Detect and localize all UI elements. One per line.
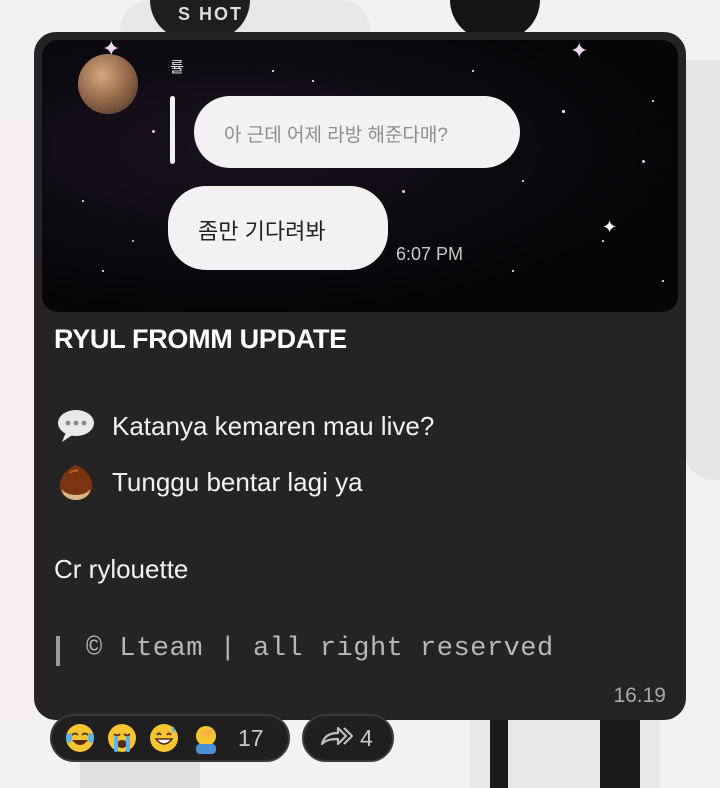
- background-bottom-right: [470, 716, 660, 788]
- credit-text: Cr rylouette: [54, 554, 189, 584]
- post-time: 16.19: [613, 684, 666, 707]
- post-line: Tunggu bentar lagi ya: [54, 464, 363, 500]
- reactions-pill[interactable]: 17: [50, 714, 290, 762]
- forward-count: 4: [360, 724, 373, 751]
- chestnut-icon: [54, 464, 98, 500]
- background-side-right: [684, 60, 720, 480]
- face-with-tears-of-joy-icon[interactable]: [62, 720, 98, 756]
- reply-text: 아 근데 어제 라방 해준다매?: [224, 125, 448, 146]
- reply-bubble: 아 근데 어제 라방 해준다매?: [194, 96, 520, 168]
- reply-bar: [170, 96, 175, 164]
- speech-bubble-icon: [54, 408, 98, 444]
- avatar: [78, 54, 138, 114]
- quote-bar: [56, 636, 60, 666]
- post-line-text: Tunggu bentar lagi ya: [112, 466, 363, 497]
- reaction-count: 17: [238, 724, 264, 751]
- post-photo[interactable]: ✦ ✦ ✦ ✦ 률 아 근데 어제 라방 해준다매? 좀만 기다려봐 6:07 …: [42, 40, 678, 312]
- message-text: 좀만 기다려봐: [198, 219, 326, 244]
- forward-icon: [320, 724, 354, 753]
- sparkle-icon: ✦: [602, 217, 618, 237]
- background-side-left: [0, 120, 36, 720]
- grinning-sweat-face-icon[interactable]: [146, 720, 182, 756]
- copyright-text: © Lteam | all right reserved: [86, 634, 554, 664]
- post-title: RYUL FROMM UPDATE: [54, 324, 347, 354]
- loudly-crying-face-icon[interactable]: [104, 720, 140, 756]
- facepalm-icon[interactable]: [188, 720, 224, 756]
- post-line: Katanya kemaren mau live?: [54, 408, 434, 444]
- sparkle-icon: ✦: [570, 40, 589, 63]
- channel-post-card: ✦ ✦ ✦ ✦ 률 아 근데 어제 라방 해준다매? 좀만 기다려봐 6:07 …: [34, 32, 686, 720]
- message-bubble: 좀만 기다려봐: [168, 186, 388, 270]
- message-time: 6:07 PM: [396, 244, 464, 264]
- forward-button[interactable]: 4: [302, 714, 394, 762]
- post-line-text: Katanya kemaren mau live?: [112, 410, 435, 441]
- sender-name: 률: [170, 59, 184, 76]
